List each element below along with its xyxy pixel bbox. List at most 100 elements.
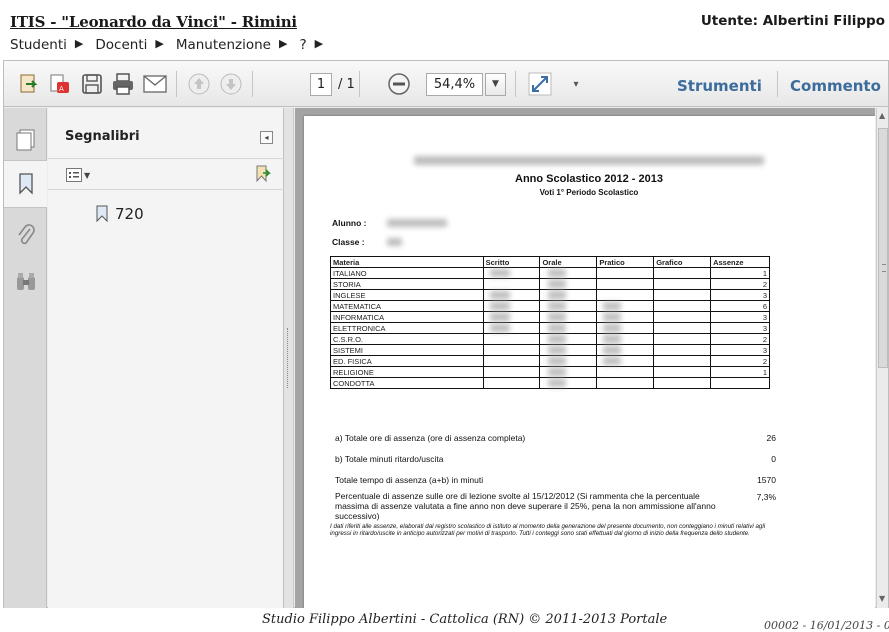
grade-cell: [653, 278, 712, 290]
student-label: Alunno :: [332, 218, 367, 228]
grade-cell: [482, 355, 541, 367]
grade-cell: [539, 267, 598, 279]
grade-cell: [539, 322, 598, 334]
scroll-down-icon[interactable]: ▼: [879, 594, 885, 603]
bookmark-item[interactable]: 720: [95, 205, 144, 223]
grade-cell: [482, 366, 541, 378]
absences-cell: 3: [710, 289, 770, 301]
grade-cell: [596, 278, 655, 290]
previous-page-icon[interactable]: [187, 72, 211, 96]
page-number-input[interactable]: 1: [310, 73, 332, 96]
redacted-grade: [489, 313, 510, 321]
summary-value: 1570: [757, 475, 776, 485]
class-label: Classe :: [332, 237, 365, 247]
zoom-dropdown-icon[interactable]: ▼: [485, 73, 506, 96]
redacted-class: [387, 238, 402, 246]
panel-splitter[interactable]: [284, 108, 294, 608]
zoom-out-icon[interactable]: [387, 72, 411, 96]
redacted-grade: [548, 379, 567, 387]
absences-cell: 2: [710, 333, 770, 345]
table-row: C.S.R.O. 2: [330, 333, 770, 345]
pdf-page: Anno Scolastico 2012 - 2013 Voti 1° Peri…: [304, 116, 875, 608]
scrollbar-thumb[interactable]: [878, 128, 888, 368]
collapse-panel-icon[interactable]: ◂: [260, 131, 273, 144]
page-title[interactable]: ITIS - "Leonardo da Vinci" - Rimini: [10, 13, 297, 31]
redacted-grade: [603, 346, 622, 354]
grade-cell: [539, 355, 598, 367]
menu-arrow-icon: ▶: [314, 37, 324, 50]
redacted-grade: [489, 291, 510, 299]
email-icon[interactable]: [143, 72, 167, 96]
grade-cell: [482, 333, 541, 345]
menu-arrow-icon: ▶: [155, 37, 164, 50]
grade-cell: [653, 300, 712, 312]
export-pdf-icon[interactable]: A: [48, 72, 72, 96]
splitter-grip: [287, 328, 290, 388]
subject-cell: ELETTRONICA: [330, 322, 484, 334]
create-pdf-icon[interactable]: [17, 72, 41, 96]
toolbar-divider: [359, 71, 360, 97]
column-header: Materia: [330, 256, 484, 268]
grade-cell: [596, 355, 655, 367]
footer-text: Studio Filippo Albertini - Cattolica (RN…: [262, 612, 668, 627]
summary-label: Percentuale di assenze sulle ore di lezi…: [335, 491, 716, 521]
subject-cell: CONDOTTA: [330, 377, 484, 389]
redacted-grade: [548, 357, 567, 365]
grade-cell: [596, 366, 655, 378]
absences-cell: 1: [710, 267, 770, 279]
subject-cell: RELIGIONE: [330, 366, 484, 378]
grade-cell: [596, 377, 655, 389]
menu-item-help[interactable]: ?: [299, 37, 306, 53]
absences-cell: 3: [710, 344, 770, 356]
absences-cell: 1: [710, 366, 770, 378]
fullscreen-icon[interactable]: [528, 72, 552, 96]
redacted-grade: [548, 335, 567, 343]
bookmarks-toolbar: ▼: [48, 158, 284, 190]
toolbar-divider: [252, 71, 253, 97]
grade-cell: [539, 377, 598, 389]
more-options-icon[interactable]: ▾: [564, 72, 588, 96]
redacted-grade: [603, 302, 622, 310]
vertical-scrollbar[interactable]: ▲ ▼: [876, 108, 888, 608]
next-page-icon[interactable]: [219, 72, 243, 96]
menu-item-docenti[interactable]: Docenti: [95, 37, 147, 53]
attachments-icon[interactable]: [4, 211, 47, 259]
subject-cell: INFORMATICA: [330, 311, 484, 323]
tools-button[interactable]: Strumenti: [677, 77, 762, 95]
page-thumbnails-icon[interactable]: [4, 116, 47, 164]
expand-bookmark-icon[interactable]: [253, 165, 271, 187]
redacted-grade: [548, 269, 567, 277]
menu-item-studenti[interactable]: Studenti: [10, 37, 67, 53]
print-icon[interactable]: [111, 72, 135, 96]
table-row: INFORMATICA 3: [330, 311, 770, 323]
scroll-up-icon[interactable]: ▲: [879, 111, 885, 120]
search-binoculars-icon[interactable]: [4, 258, 47, 306]
summary-value: 26: [766, 433, 776, 443]
bookmark-options-icon[interactable]: ▼: [66, 166, 98, 184]
grade-cell: [596, 300, 655, 312]
grades-table: Materia Scritto Orale Pratico Grafico As…: [330, 256, 770, 389]
grade-cell: [596, 344, 655, 356]
redacted-grade: [548, 302, 567, 310]
table-row: CONDOTTA: [330, 377, 770, 389]
document-title: Anno Scolastico 2012 - 2013: [515, 173, 663, 185]
save-icon[interactable]: [80, 72, 104, 96]
table-row: ITALIANO 1: [330, 267, 770, 279]
main-menu: Studenti ▶ Docenti ▶ Manutenzione ▶ ? ▶: [10, 37, 335, 53]
grade-cell: [596, 322, 655, 334]
subject-cell: MATEMATICA: [330, 300, 484, 312]
comment-button[interactable]: Commento: [790, 77, 881, 95]
grade-cell: [539, 289, 598, 301]
table-row: MATEMATICA 6: [330, 300, 770, 312]
user-label: Utente: Albertini Filippo: [700, 13, 885, 29]
redacted-school-header: [414, 156, 764, 165]
zoom-input[interactable]: 54,4%: [426, 73, 483, 96]
pdf-viewer: A 1 / 1 54,4% ▼ ▾ Strumenti Commento Seg…: [3, 60, 889, 608]
menu-item-manutenzione[interactable]: Manutenzione: [176, 37, 271, 53]
redacted-grade: [603, 313, 622, 321]
grade-cell: [482, 311, 541, 323]
redacted-grade: [548, 346, 567, 354]
app-header: ITIS - "Leonardo da Vinci" - Rimini Uten…: [0, 0, 889, 60]
bookmarks-icon[interactable]: [4, 160, 47, 208]
grade-cell: [539, 344, 598, 356]
